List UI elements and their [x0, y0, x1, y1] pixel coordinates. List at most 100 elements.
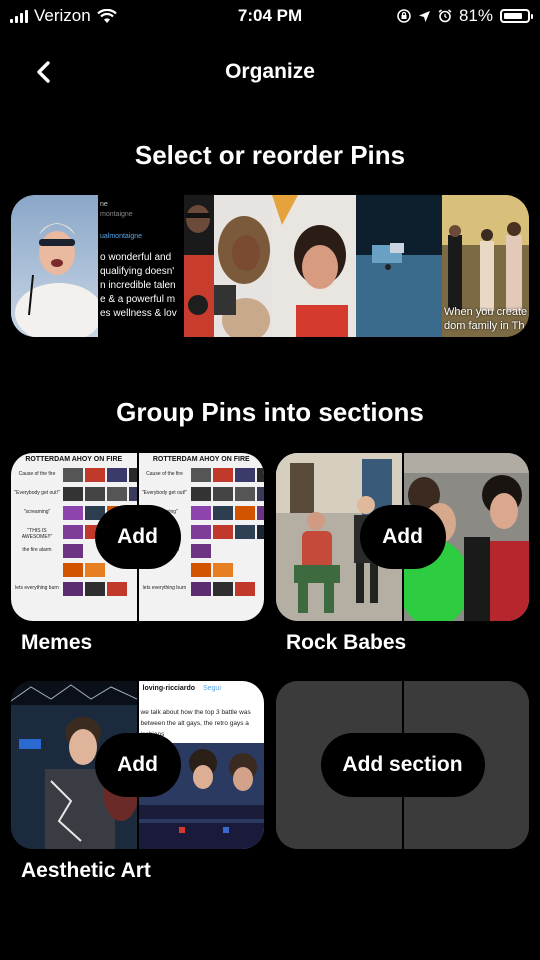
pin-text-block: o wonderful and qualifying doesn' n incr… — [100, 251, 177, 321]
meme-row: "Everybody get out!" — [11, 486, 137, 502]
meme-row-cells — [190, 544, 265, 558]
pin-thumbnail-5[interactable] — [272, 195, 356, 337]
meme-cell — [256, 487, 264, 501]
meme-row-label: lets everything burn — [142, 585, 187, 591]
add-to-board-button[interactable]: Add — [359, 505, 446, 569]
meme-row-cells — [190, 525, 264, 539]
meme-cell — [256, 525, 264, 539]
pin-text-line: o wonderful and — [100, 252, 172, 263]
meme-cell — [212, 487, 233, 501]
meme-cell — [129, 468, 137, 482]
meme-cell — [63, 544, 83, 558]
pin-thumbnail-6[interactable] — [356, 195, 442, 337]
meme-title: ROTTERDAM AHOY ON FIRE — [152, 456, 250, 463]
pin-text-line: qualifying doesn' — [100, 266, 175, 277]
meme-row-label: Cause of the fire — [146, 471, 183, 477]
meme-cell — [85, 468, 105, 482]
meme-cell — [63, 487, 83, 501]
board-name-aesthetic-art[interactable]: Aesthetic Art — [21, 859, 151, 883]
meme-cell — [85, 563, 105, 577]
board-rock-babes[interactable]: Add — [276, 453, 529, 621]
meme-cell — [107, 487, 127, 501]
meme-cell — [63, 525, 83, 539]
meme-row: lets everything burn — [11, 581, 137, 597]
meme-row-label: "Everybody get out!" — [141, 490, 188, 496]
meme-cell — [129, 487, 137, 501]
meme-cell — [212, 468, 233, 482]
status-bar: Verizon 7:04 PM 81% — [0, 0, 540, 30]
board-name-rock-babes[interactable]: Rock Babes — [286, 631, 406, 655]
tweet-user: loving-ricciardo — [142, 685, 196, 692]
pin-thumbnail-1[interactable] — [11, 195, 98, 337]
meme-row-label: "THIS IS AWESOME!!" — [21, 528, 53, 540]
meme-row-cells — [190, 487, 264, 501]
board-aesthetic-art[interactable]: loving-ricciardo Segui we talk about how… — [11, 681, 264, 849]
meme-row-label: Cause of the fire — [18, 471, 56, 477]
meme-row: "Everybody get out!" — [139, 486, 264, 502]
meme-row-cells — [190, 468, 264, 482]
alarm-icon — [438, 9, 452, 23]
meme-row-label: "Everybody get out!" — [14, 490, 60, 496]
meme-cell — [212, 582, 233, 596]
pin-caption-line: When you create — [444, 306, 528, 318]
page-title: Organize — [225, 60, 315, 83]
meme-cell — [235, 563, 255, 577]
pin-thumbnail-2[interactable]: ne montaigne ualmontaigne o wonderful an… — [98, 195, 184, 337]
pin-thumbnail-3[interactable] — [184, 195, 214, 337]
meme-cell — [257, 544, 265, 558]
meme-row-cells — [190, 506, 264, 520]
meme-row: lets everything burn — [139, 581, 265, 597]
meme-row-label: lets everything burn — [15, 585, 59, 591]
pin-thumbnail-4[interactable] — [214, 195, 272, 337]
meme-row-cells — [63, 582, 137, 596]
location-icon — [418, 10, 430, 22]
meme-cell — [190, 563, 211, 577]
meme-cell — [190, 468, 211, 482]
meme-title: ROTTERDAM AHOY ON FIRE — [25, 456, 123, 463]
pin-text-line: ne — [100, 201, 108, 208]
meme-cell — [235, 544, 255, 558]
pin-text-line: e & a powerful m — [100, 294, 176, 305]
meme-cell — [212, 563, 233, 577]
group-pins-heading: Group Pins into sections — [116, 397, 424, 427]
meme-cell — [234, 468, 255, 482]
meme-row-cells — [63, 468, 137, 482]
meme-row-cells — [63, 487, 137, 501]
meme-cell — [190, 525, 211, 539]
meme-row-cells — [190, 563, 265, 577]
pin-strip[interactable]: ne montaigne ualmontaigne o wonderful an… — [11, 195, 529, 337]
meme-row: Cause of the fire — [139, 467, 264, 483]
pin-text-line: ualmontaigne — [100, 233, 143, 240]
pin-text-line: es wellness & lov — [100, 308, 177, 319]
meme-cell — [212, 525, 233, 539]
meme-cell — [257, 563, 265, 577]
board-name-memes[interactable]: Memes — [21, 631, 92, 655]
add-to-board-button[interactable]: Add — [94, 733, 181, 797]
meme-cell — [107, 582, 127, 596]
meme-cell — [63, 563, 83, 577]
meme-cell — [234, 506, 255, 520]
add-section-tile[interactable]: Add section — [276, 681, 529, 849]
meme-cell — [85, 582, 105, 596]
tweet-line: we talk about how the top 3 battle was — [140, 709, 251, 716]
add-to-board-button[interactable]: Add — [94, 505, 181, 569]
meme-cell — [212, 506, 233, 520]
meme-cell — [256, 506, 264, 520]
add-section-button[interactable]: Add section — [320, 733, 485, 797]
pin-text-line: n incredible talen — [100, 280, 176, 291]
battery-icon — [500, 9, 533, 23]
board-memes[interactable]: ROTTERDAM AHOY ON FIRE Cause of the fire… — [11, 453, 264, 621]
meme-cell — [85, 487, 105, 501]
pin-caption-line: dom family in Th — [444, 320, 525, 332]
tweet-username: loving-ricciardo Segui — [143, 685, 221, 692]
meme-cell — [257, 582, 265, 596]
screen-lock-icon — [397, 9, 411, 23]
meme-row: Cause of the fire — [11, 467, 137, 483]
pin-thumbnail-7[interactable]: When you create dom family in Th — [442, 195, 529, 337]
meme-cell — [234, 525, 255, 539]
meme-cell — [256, 468, 264, 482]
tweet-follow: Segui — [202, 685, 221, 692]
status-right: 81% — [397, 6, 533, 26]
meme-cell — [63, 582, 83, 596]
meme-row-label: the fire alarm — [22, 547, 52, 553]
